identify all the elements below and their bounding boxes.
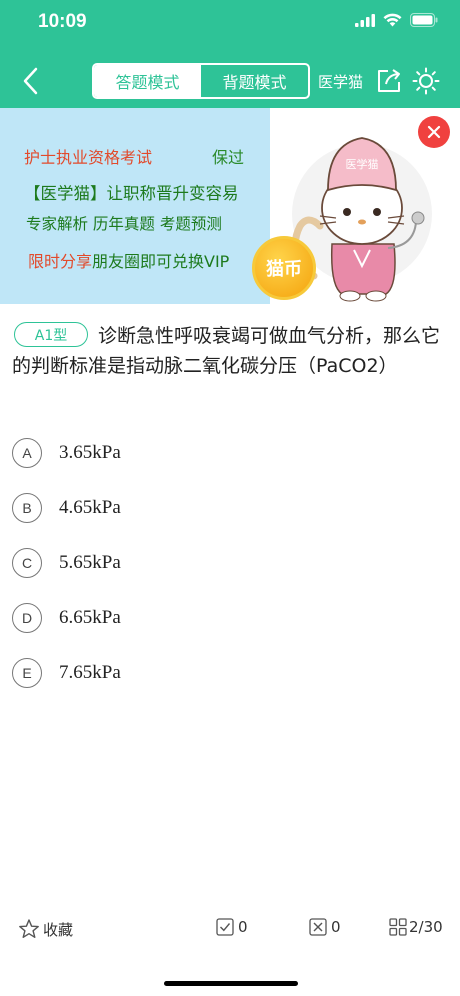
home-indicator (164, 981, 298, 986)
option-letter: D (12, 603, 42, 633)
ad-line-guarantee: 保过 (212, 148, 245, 167)
option-text: 3.65kPa (59, 442, 121, 463)
cat-hat-label: 医学猫 (346, 157, 379, 171)
ad-promo-rest: 朋友圈即可兑换VIP (92, 252, 230, 271)
option-d[interactable]: D 6.65kPa (12, 603, 312, 633)
option-text: 4.65kPa (59, 497, 121, 518)
question-type-badge: A1型 (14, 322, 88, 347)
option-letter: E (12, 658, 42, 688)
bottom-toolbar: 收藏 0 0 2/30 (0, 910, 460, 950)
battery-icon (410, 13, 438, 27)
signal-icon (355, 13, 375, 27)
ad-line-exam: 护士执业资格考试 (24, 148, 153, 167)
brand-label: 医学猫 (318, 73, 364, 91)
option-c[interactable]: C 5.65kPa (12, 548, 312, 578)
correct-count-value: 0 (238, 918, 248, 936)
favorite-label: 收藏 (43, 920, 74, 939)
ad-banner[interactable]: 护士执业资格考试 保过 【医学猫】让职称晋升变容易 专家解析 历年真题 考题预测… (0, 108, 460, 304)
brightness-icon[interactable] (412, 67, 440, 95)
coin-label: 猫币 (266, 259, 302, 280)
close-ad-button[interactable] (418, 116, 450, 148)
progress-value: 2/30 (409, 918, 443, 936)
mode-toggle: 答题模式 背题模式 (92, 63, 310, 99)
wrong-count-value: 0 (331, 918, 341, 936)
option-letter: C (12, 548, 42, 578)
checkbox-cross-icon (309, 918, 327, 936)
app-header: 10:09 答题模式 背题模式 医学猫 (0, 0, 460, 108)
wrong-count[interactable]: 0 (309, 918, 341, 936)
star-icon (19, 919, 39, 938)
ad-line-promo: 限时分享朋友圈即可兑换VIP (28, 248, 229, 272)
option-e[interactable]: E 7.65kPa (12, 658, 312, 688)
status-icons (355, 13, 438, 27)
grid-icon (389, 918, 407, 936)
option-a[interactable]: A 3.65kPa (12, 438, 312, 468)
checkbox-checked-icon (216, 918, 234, 936)
ad-line-slogan: 【医学猫】让职称晋升变容易 (24, 184, 239, 203)
tab-recite-mode[interactable]: 背题模式 (201, 65, 308, 97)
option-letter: B (12, 493, 42, 523)
wifi-icon (383, 13, 402, 27)
tab-answer-mode[interactable]: 答题模式 (94, 65, 201, 97)
favorite-button[interactable]: 收藏 (18, 918, 73, 940)
status-time: 10:09 (38, 11, 87, 32)
option-b[interactable]: B 4.65kPa (12, 493, 312, 523)
ad-promo-highlight: 限时分享 (28, 252, 93, 271)
option-text: 5.65kPa (59, 552, 121, 573)
option-text: 7.65kPa (59, 662, 121, 683)
question-progress-button[interactable]: 2/30 (389, 918, 443, 936)
close-icon (427, 125, 441, 139)
back-icon[interactable] (18, 64, 44, 98)
share-icon[interactable] (376, 68, 402, 94)
correct-count[interactable]: 0 (216, 918, 248, 936)
cat-coin-badge: 猫币 (252, 236, 316, 300)
option-text: 6.65kPa (59, 607, 121, 628)
option-letter: A (12, 438, 42, 468)
ad-line-features: 专家解析 历年真题 考题预测 (26, 215, 222, 233)
